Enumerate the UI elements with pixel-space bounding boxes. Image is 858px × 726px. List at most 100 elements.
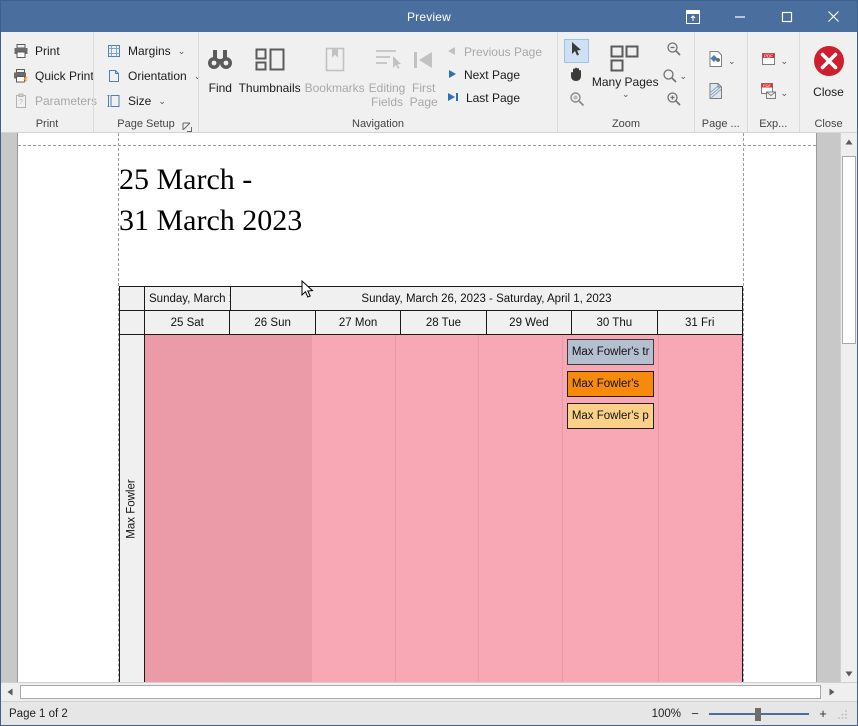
- pointer-tool[interactable]: [564, 39, 589, 63]
- zoom-slider[interactable]: [709, 707, 809, 721]
- ribbon-display-options-icon[interactable]: [669, 1, 716, 32]
- calendar-column-day[interactable]: Max Fowler's tr Max Fowler's Max Fowler'…: [562, 335, 660, 682]
- horizontal-scrollbar[interactable]: [1, 682, 857, 701]
- page-setup-dialog-launcher[interactable]: [182, 120, 193, 132]
- calendar-event[interactable]: Max Fowler's tr: [566, 339, 655, 365]
- margins-button[interactable]: Margins ⌄: [100, 39, 208, 64]
- zoom-out-stepper[interactable]: −: [689, 706, 701, 721]
- margin-guide-top: [18, 145, 816, 146]
- chevron-down-icon[interactable]: ⌄: [622, 89, 630, 100]
- margins-icon: [105, 43, 122, 60]
- page-indicator: Page 1 of 2: [9, 707, 68, 720]
- calendar-event[interactable]: Max Fowler's p: [566, 403, 655, 429]
- hand-tool[interactable]: [564, 64, 589, 88]
- zoom-in-button[interactable]: [661, 89, 686, 113]
- zoom-controls: 100% − +: [652, 706, 853, 721]
- watermark-button[interactable]: [701, 79, 740, 108]
- printer-icon: [12, 43, 29, 60]
- many-pages-button[interactable]: Many Pages ⌄: [589, 39, 661, 101]
- zoom-level-button[interactable]: ⌄: [661, 64, 688, 88]
- margin-guide-right: [743, 133, 744, 682]
- scroll-up-button[interactable]: [841, 133, 857, 150]
- find-button[interactable]: Find: [205, 36, 236, 106]
- previous-page-button: Previous Page: [441, 40, 551, 63]
- minimize-icon[interactable]: [716, 1, 763, 32]
- calendar-column-day[interactable]: [145, 335, 229, 682]
- vertical-scrollbar[interactable]: [840, 133, 857, 682]
- ribbon-group-page-setup: Margins ⌄ Orientation ⌄ Size ⌄ Page Setu…: [93, 32, 201, 133]
- bookmarks-button: Bookmarks: [304, 36, 366, 106]
- size-button[interactable]: Size ⌄: [100, 89, 208, 114]
- vertical-scroll-track[interactable]: [841, 150, 857, 665]
- last-page-button[interactable]: Last Page: [441, 86, 551, 109]
- calendar-resource-name: Max Fowler: [126, 479, 138, 539]
- print-button[interactable]: Print: [7, 39, 104, 64]
- calendar-column-day[interactable]: [312, 335, 396, 682]
- previous-page-label: Previous Page: [463, 44, 542, 59]
- calendar-header-range: Sunday, March 26, 2023 - Saturday, April…: [231, 287, 742, 310]
- horizontal-scroll-track[interactable]: [18, 683, 823, 701]
- page-color-icon: [705, 49, 725, 74]
- calendar-table: Sunday, March 1 Sunday, March 26, 2023 -…: [119, 286, 743, 682]
- orientation-button[interactable]: Orientation ⌄: [100, 64, 208, 89]
- calendar-column-day[interactable]: [395, 335, 480, 682]
- chevron-down-icon: ⌄: [679, 70, 687, 81]
- binoculars-icon: [206, 43, 234, 77]
- email-as-button[interactable]: PDF ⌄: [754, 79, 793, 108]
- magnifier-tool[interactable]: [564, 89, 589, 113]
- calendar-event[interactable]: Max Fowler's: [566, 371, 655, 397]
- zoom-slider-knob[interactable]: [755, 707, 761, 721]
- zoom-out-button[interactable]: [661, 39, 686, 63]
- chevron-down-icon: ⌄: [728, 55, 736, 66]
- zoom-in-icon: [666, 91, 682, 112]
- thumbnails-button[interactable]: Thumbnails: [238, 36, 302, 106]
- report-title: 25 March - 31 March 2023: [119, 159, 302, 241]
- next-page-button[interactable]: Next Page: [441, 63, 551, 86]
- chevron-down-icon: ⌄: [158, 95, 166, 106]
- previous-page-icon: [447, 45, 457, 59]
- zoom-tools-column: [564, 39, 589, 113]
- report-title-line2: 31 March 2023: [119, 204, 303, 237]
- scroll-down-button[interactable]: [841, 665, 857, 682]
- resize-grip-icon[interactable]: [837, 708, 849, 720]
- watermark-icon: [705, 81, 725, 106]
- vertical-scroll-thumb[interactable]: [842, 156, 856, 344]
- quick-print-button[interactable]: Quick Print: [7, 64, 104, 89]
- print-label: Print: [35, 44, 60, 58]
- zoom-level-column: ⌄: [661, 39, 688, 113]
- zoom-in-stepper[interactable]: +: [817, 706, 829, 721]
- horizontal-scroll-thumb[interactable]: [20, 685, 821, 699]
- first-page-button: First Page: [408, 36, 439, 110]
- scroll-left-button[interactable]: [1, 683, 18, 701]
- calendar-column-day[interactable]: [479, 335, 563, 682]
- calendar-day-header: 29 Wed: [486, 311, 573, 334]
- scrollbar-corner: [840, 683, 857, 701]
- calendar-column-day[interactable]: [228, 335, 313, 682]
- editing-fields-icon: [373, 43, 401, 77]
- ribbon-group-print: Print Quick Print ? Parameters Print: [1, 32, 97, 133]
- window-controls: [669, 1, 857, 32]
- page-color-button[interactable]: ⌄: [701, 47, 740, 76]
- document-scroll-region[interactable]: 25 March - 31 March 2023 Sunday, March 1…: [1, 133, 840, 682]
- calendar-column-day[interactable]: [659, 335, 742, 682]
- close-icon[interactable]: [810, 1, 857, 32]
- ribbon-group-export: PDF ⌄ PDF ⌄ Exp...: [746, 32, 800, 133]
- calendar-day-header: 28 Tue: [401, 311, 487, 334]
- chevron-down-icon: ⌄: [177, 45, 186, 56]
- find-label: Find: [208, 81, 232, 95]
- zoom-percent-label[interactable]: 100%: [652, 708, 681, 720]
- export-to-button[interactable]: PDF ⌄: [754, 47, 793, 76]
- size-label: Size: [128, 94, 152, 108]
- last-page-label: Last Page: [465, 90, 520, 105]
- quick-print-icon: [12, 68, 29, 85]
- many-pages-label: Many Pages: [591, 75, 659, 89]
- svg-text:PDF: PDF: [763, 83, 772, 88]
- calendar-day-header: 30 Thu: [572, 311, 658, 334]
- maximize-icon[interactable]: [763, 1, 810, 32]
- svg-text:?: ?: [19, 99, 23, 106]
- chevron-down-icon: ⌄: [780, 87, 789, 98]
- document-area: 25 March - 31 March 2023 Sunday, March 1…: [1, 133, 857, 682]
- scroll-right-button[interactable]: [823, 683, 840, 701]
- svg-text:PDF: PDF: [764, 53, 773, 58]
- close-preview-button[interactable]: Close: [806, 36, 851, 116]
